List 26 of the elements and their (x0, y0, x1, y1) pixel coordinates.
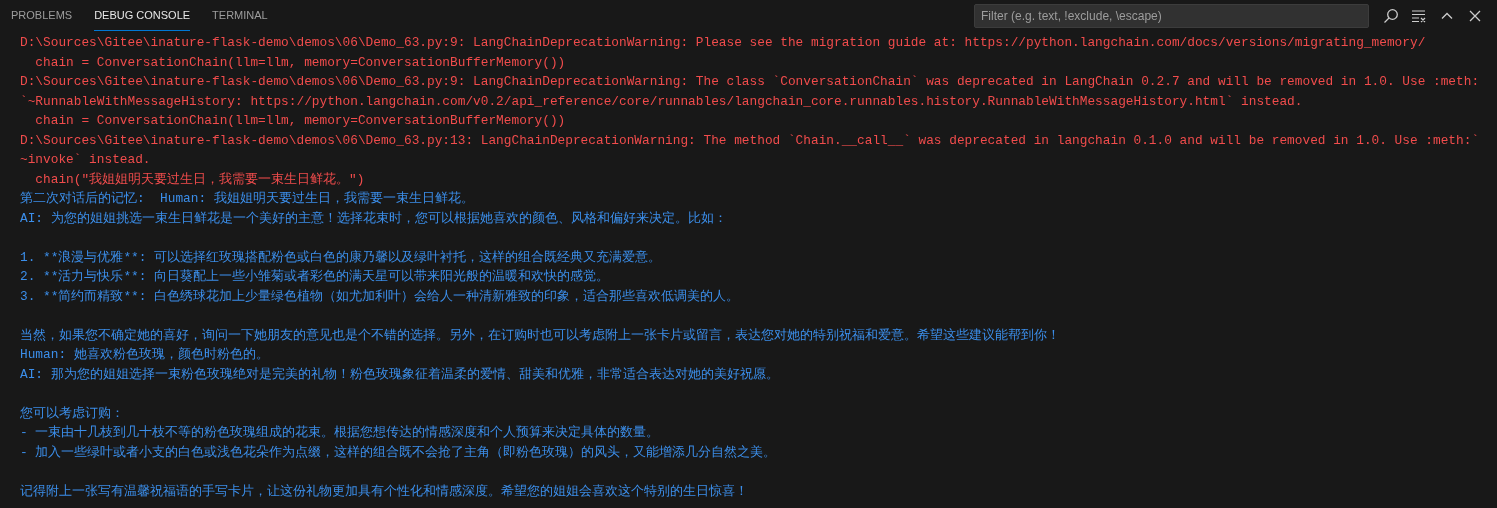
warning-line: chain = ConversationChain(llm=llm, memory=ConversationBufferMemory()) (34, 53, 567, 72)
warning-line: ~invoke` instead. (20, 151, 152, 169)
output-line: - 一束由十几枝到几十枝不等的粉色玫瑰组成的花束。根据您想传达的情感深度和个人预算来决定具体的数量。 (20, 424, 661, 442)
output-line: - 加入一些绿叶或者小支的白色或浅色花朵作为点缀，这样的组合既不会抢了主角（即粉色玫瑰）的风头，又能增添几分自然之美。 (20, 443, 778, 462)
output-line: Human: 她喜欢粉色玫瑰，颜色时粉色的。 (20, 346, 270, 364)
panel-tab[interactable]: TERMINAL (212, 0, 268, 31)
output-line: 1. **浪漫与优雅**: 可以选择红玫瑰搭配粉色或白色的康乃馨以及绿叶衬托，这样的组合既经典又充满爱意。 (20, 248, 663, 267)
output-line: 2. **活力与快乐**: 向日葵配上一些小雏菊或者彩色的满天星可以带来阳光般的温暖和欢快的感觉。 (20, 268, 611, 286)
filter-field[interactable]: Filter (e.g. text, !exclude, \escape) (974, 3, 1369, 28)
warning-line: D:\Sources\Gitee\inature-flask-demo\demos\06\Demo_63.py:9: LangChainDeprecationWarning: The class `ConversationChain` was deprecated in LangChain 0.2.7 and will be removed in 1.0. Use :meth: (20, 73, 1481, 91)
warning-line: chain("我姐姐明天要过生日，我需要一束生日鲜花。") (34, 170, 366, 189)
panel-tab[interactable]: PROBLEMS (11, 0, 73, 31)
warning-line: chain = ConversationChain(llm=llm, memory=ConversationBufferMemory()) (34, 112, 567, 130)
output-line: AI: 为您的姐姐挑选一束生日鲜花是一个美好的主意！选择花束时，您可以根据她喜欢的颜色、风格和偏好来决定。比如： (20, 209, 728, 228)
output-line: 3. **简约而精致**: 白色绣球花加上少量绿色植物（如尤加利叶）会给人一种清新雅致的印象，适合那些喜欢低调美的人。 (20, 287, 741, 306)
search-icon[interactable] (1383, 7, 1399, 24)
warning-line: D:\Sources\Gitee\inature-flask-demo\demos\06\Demo_63.py:13: LangChainDeprecationWarning: The method `Chain.__call__` was deprecated in langchain 0.1.0 and will be removed in 1.0. Use :meth:` (20, 131, 1481, 150)
clear-list-icon[interactable] (1411, 7, 1427, 24)
warning-line: D:\Sources\Gitee\inature-flask-demo\demos\06\Demo_63.py:9: LangChainDeprecationWarning: Please see the migration guide at: https://python.langchain.com/docs/versions/migrating_memory/ (20, 34, 1427, 52)
output-line: AI: 那为您的姐姐选择一束粉色玫瑰绝对是完美的礼物！粉色玫瑰象征着温柔的爱情、甜美和优雅，非常适合表达对她的美好祝愿。 (20, 365, 780, 384)
output-line: 第二次对话后的记忆: Human: 我姐姐明天要过生日，我需要一束生日鲜花。 (20, 190, 475, 208)
output-line: 记得附上一张写有温馨祝福语的手写卡片，让这份礼物更加具有个性化和情感深度。希望您的姐姐会喜欢这个特别的生日惊喜！ (20, 482, 749, 501)
warning-line: `~RunnableWithMessageHistory: https://python.langchain.com/v0.2/api_reference/core/runnables/langchain_core.runnables.history.RunnableWithMessageHistory.html` instead. (20, 92, 1304, 111)
output-line: 您可以考虑订购： (20, 404, 125, 423)
panel-tab[interactable]: DEBUG CONSOLE (94, 0, 191, 31)
output-line: 当然，如果您不确定她的喜好，询问一下她朋友的意见也是个不错的选择。另外，在订购时也可以考虑附上一张卡片或留言，表达您对她的特别祝福和爱意。希望这些建议能帮到你！ (20, 326, 1061, 345)
